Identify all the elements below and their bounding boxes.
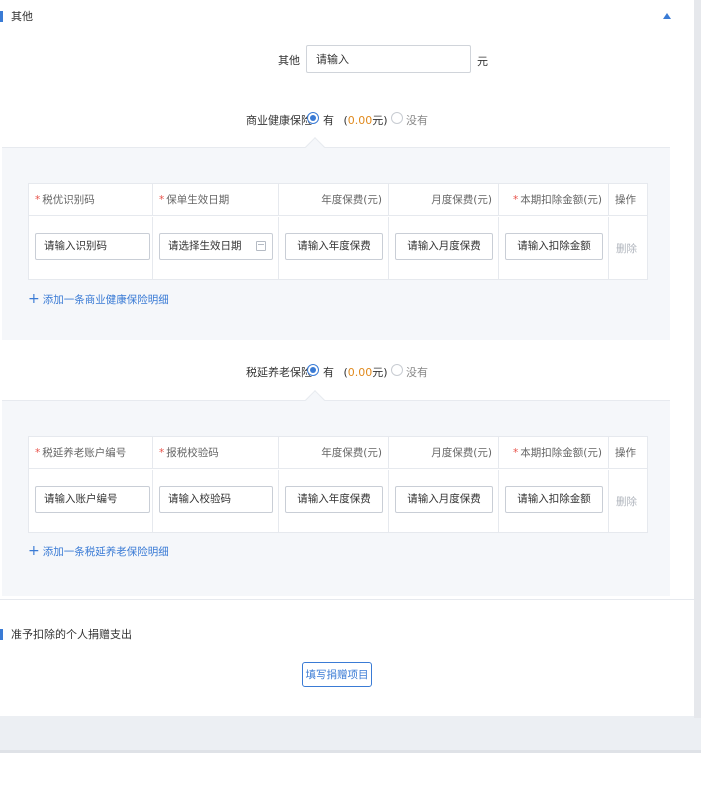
pension-insurance-row: 税延养老保险 有 (0.00元) 没有 [0,361,694,381]
add-health-insurance-label: 添加一条商业健康保险明细 [42,294,169,306]
column-header: * 税延养老账户编号 [29,437,153,469]
page-footer-edge [0,750,701,753]
other-amount-input[interactable] [306,45,471,73]
health-yes-option[interactable]: 有 (0.00元) [323,112,388,128]
monthly-premium-input[interactable]: 请输入月度保费 [395,486,493,513]
column-header: * 本期扣除金额(元) [499,437,609,469]
table-cell: 删除 [609,217,647,279]
collapse-up-icon[interactable] [663,13,671,19]
annual-premium-input[interactable]: 请输入年度保费 [285,233,383,260]
table-header: * 税延养老账户编号 * 报税校验码 年度保费(元) 月度保费(元) * 本期扣除金额… [29,437,647,469]
add-pension-insurance-link[interactable]: + 添加一条税延养老保险明细 [28,544,169,559]
table-cell: 请选择生效日期 [153,217,279,279]
table-cell: 请输入扣除金额 [499,470,609,532]
pension-insurance-panel: * 税延养老账户编号 * 报税校验码 年度保费(元) 月度保费(元) * 本期扣除金额… [2,390,670,596]
section-marker [0,628,3,640]
calendar-icon [256,241,266,251]
column-header: * 报税校验码 [153,437,279,469]
plus-icon: + [28,291,40,307]
column-header: 月度保费(元) [389,184,499,216]
health-insurance-label: 商业健康保险 [246,114,312,127]
section-divider [0,599,694,600]
health-amount: 0.00 [347,114,373,127]
panel-caret [305,390,325,410]
identify-code-input[interactable]: 请输入识别码 [35,233,150,260]
panel-caret [305,137,325,157]
column-header: 年度保费(元) [279,184,389,216]
table-cell: 请输入月度保费 [389,470,499,532]
fill-donation-button[interactable]: 填写捐赠项目 [302,662,372,687]
health-amount-close: 元) [372,114,388,127]
pension-yes-radio[interactable] [307,364,319,376]
table-cell: 请输入年度保费 [279,470,389,532]
table-cell: 请输入月度保费 [389,217,499,279]
page-footer-band [0,716,701,750]
section-title-donation: 准予扣除的个人捐赠支出 [0,626,132,642]
pension-no-label[interactable]: 没有 [406,364,428,380]
effective-date-placeholder: 请选择生效日期 [168,240,242,252]
monthly-premium-input[interactable]: 请输入月度保费 [395,233,493,260]
health-insurance-panel: * 税优识别码 * 保单生效日期 年度保费(元) 月度保费(元) * 本期扣除金额(元… [2,137,670,340]
table-cell: 请输入识别码 [29,217,153,279]
health-yes-radio[interactable] [307,112,319,124]
column-header: 年度保费(元) [279,437,389,469]
table-header: * 税优识别码 * 保单生效日期 年度保费(元) 月度保费(元) * 本期扣除金额(元… [29,184,647,216]
add-pension-insurance-label: 添加一条税延养老保险明细 [42,546,169,558]
verification-code-input[interactable]: 请输入校验码 [159,486,273,513]
table-cell: 请输入校验码 [153,470,279,532]
deduction-amount-input[interactable]: 请输入扣除金额 [505,486,603,513]
pension-amount-close: 元) [372,366,388,379]
effective-date-picker[interactable]: 请选择生效日期 [159,233,273,260]
health-no-radio[interactable] [391,112,403,124]
delete-row-button[interactable]: 删除 [616,241,637,256]
health-yes-label: 有 [323,114,334,127]
section-title-text: 准予扣除的个人捐赠支出 [11,628,132,641]
deduction-amount-input[interactable]: 请输入扣除金额 [505,233,603,260]
table-cell: 请输入扣除金额 [499,217,609,279]
pension-no-radio[interactable] [391,364,403,376]
vertical-scrollbar[interactable] [694,0,701,718]
delete-row-button[interactable]: 删除 [616,494,637,509]
column-header: 操作 [615,194,636,206]
plus-icon: + [28,543,40,559]
section-title-other: 其他 [0,8,33,24]
health-insurance-row: 商业健康保险 有 (0.00元) 没有 [0,109,694,129]
table-cell: 请输入账户编号 [29,470,153,532]
health-no-label[interactable]: 没有 [406,112,428,128]
pension-insurance-label: 税延养老保险 [246,366,312,379]
other-unit-label: 元 [477,55,488,68]
account-number-input[interactable]: 请输入账户编号 [35,486,150,513]
pension-amount: 0.00 [347,366,373,379]
column-header: * 本期扣除金额(元) [499,184,609,216]
section-title-text: 其他 [11,10,33,23]
annual-premium-input[interactable]: 请输入年度保费 [285,486,383,513]
pension-yes-label: 有 [323,366,334,379]
add-health-insurance-link[interactable]: + 添加一条商业健康保险明细 [28,292,169,307]
table-cell: 删除 [609,470,647,532]
section-marker [0,10,3,22]
health-insurance-table: * 税优识别码 * 保单生效日期 年度保费(元) 月度保费(元) * 本期扣除金额(元… [28,183,648,280]
other-field-label: 其他 [278,54,300,67]
table-cell: 请输入年度保费 [279,217,389,279]
pension-yes-option[interactable]: 有 (0.00元) [323,364,388,380]
column-header: * 税优识别码 [29,184,153,216]
column-header: * 保单生效日期 [153,184,279,216]
column-header: 操作 [615,447,636,459]
pension-insurance-table: * 税延养老账户编号 * 报税校验码 年度保费(元) 月度保费(元) * 本期扣除金额… [28,436,648,533]
column-header: 月度保费(元) [389,437,499,469]
